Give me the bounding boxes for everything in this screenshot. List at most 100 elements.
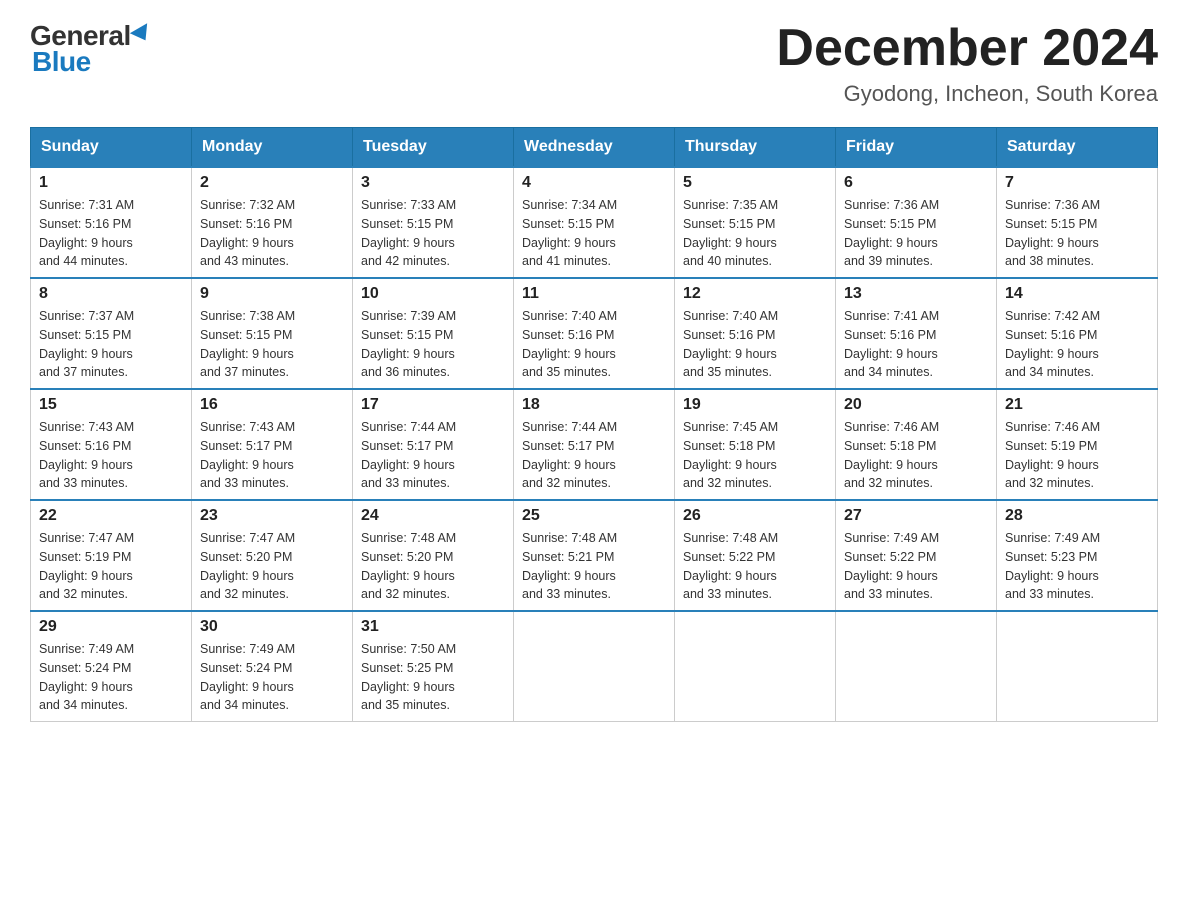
calendar-cell: 20 Sunrise: 7:46 AMSunset: 5:18 PMDayligh…	[836, 389, 997, 500]
day-info: Sunrise: 7:40 AMSunset: 5:16 PMDaylight:…	[683, 307, 827, 382]
day-info: Sunrise: 7:37 AMSunset: 5:15 PMDaylight:…	[39, 307, 183, 382]
day-info: Sunrise: 7:34 AMSunset: 5:15 PMDaylight:…	[522, 196, 666, 271]
day-number: 2	[200, 174, 344, 192]
calendar-cell: 21 Sunrise: 7:46 AMSunset: 5:19 PMDayligh…	[997, 389, 1158, 500]
day-info: Sunrise: 7:49 AMSunset: 5:23 PMDaylight:…	[1005, 529, 1149, 604]
header-monday: Monday	[192, 128, 353, 168]
header-saturday: Saturday	[997, 128, 1158, 168]
day-number: 28	[1005, 507, 1149, 525]
calendar-cell: 5Sunrise: 7:35 AMSunset: 5:15 PMDaylight…	[675, 167, 836, 278]
page-header: General Blue December 2024 Gyodong, Inch…	[30, 20, 1158, 107]
week-row-1: 1 Sunrise: 7:31 AMSunset: 5:16 PMDaylight…	[31, 167, 1158, 278]
day-info: Sunrise: 7:46 AMSunset: 5:19 PMDaylight:…	[1005, 418, 1149, 493]
day-info: Sunrise: 7:50 AMSunset: 5:25 PMDaylight:…	[361, 640, 505, 715]
calendar-cell: 8 Sunrise: 7:37 AMSunset: 5:15 PMDaylight…	[31, 278, 192, 389]
calendar-cell: 16 Sunrise: 7:43 AMSunset: 5:17 PMDayligh…	[192, 389, 353, 500]
day-info: Sunrise: 7:48 AMSunset: 5:20 PMDaylight:…	[361, 529, 505, 604]
calendar-cell: 28 Sunrise: 7:49 AMSunset: 5:23 PMDayligh…	[997, 500, 1158, 611]
day-number: 29	[39, 618, 183, 636]
calendar-cell: 2 Sunrise: 7:32 AMSunset: 5:16 PMDaylight…	[192, 167, 353, 278]
day-number: 20	[844, 396, 988, 414]
month-title: December 2024	[776, 20, 1158, 77]
calendar-cell: 25 Sunrise: 7:48 AMSunset: 5:21 PMDayligh…	[514, 500, 675, 611]
calendar-cell	[514, 611, 675, 722]
day-number: 13	[844, 285, 988, 303]
week-row-2: 8 Sunrise: 7:37 AMSunset: 5:15 PMDaylight…	[31, 278, 1158, 389]
calendar-cell: 15 Sunrise: 7:43 AMSunset: 5:16 PMDayligh…	[31, 389, 192, 500]
day-number: 18	[522, 396, 666, 414]
day-number: 5	[683, 174, 827, 192]
header-wednesday: Wednesday	[514, 128, 675, 168]
day-number: 10	[361, 285, 505, 303]
calendar-cell: 19 Sunrise: 7:45 AMSunset: 5:18 PMDayligh…	[675, 389, 836, 500]
day-info: Sunrise: 7:42 AMSunset: 5:16 PMDaylight:…	[1005, 307, 1149, 382]
calendar-cell: 24 Sunrise: 7:48 AMSunset: 5:20 PMDayligh…	[353, 500, 514, 611]
day-number: 1	[39, 174, 183, 192]
day-info: Sunrise: 7:49 AMSunset: 5:22 PMDaylight:…	[844, 529, 988, 604]
week-row-4: 22 Sunrise: 7:47 AMSunset: 5:19 PMDayligh…	[31, 500, 1158, 611]
day-info: Sunrise: 7:49 AMSunset: 5:24 PMDaylight:…	[39, 640, 183, 715]
day-number: 15	[39, 396, 183, 414]
day-info: Sunrise: 7:48 AMSunset: 5:21 PMDaylight:…	[522, 529, 666, 604]
calendar-cell: 27 Sunrise: 7:49 AMSunset: 5:22 PMDayligh…	[836, 500, 997, 611]
week-row-5: 29 Sunrise: 7:49 AMSunset: 5:24 PMDayligh…	[31, 611, 1158, 722]
calendar-cell: 4 Sunrise: 7:34 AMSunset: 5:15 PMDaylight…	[514, 167, 675, 278]
day-number: 26	[683, 507, 827, 525]
calendar-cell: 23 Sunrise: 7:47 AMSunset: 5:20 PMDayligh…	[192, 500, 353, 611]
calendar-cell: 22 Sunrise: 7:47 AMSunset: 5:19 PMDayligh…	[31, 500, 192, 611]
week-row-3: 15 Sunrise: 7:43 AMSunset: 5:16 PMDayligh…	[31, 389, 1158, 500]
calendar-cell: 29 Sunrise: 7:49 AMSunset: 5:24 PMDayligh…	[31, 611, 192, 722]
calendar-cell: 6Sunrise: 7:36 AMSunset: 5:15 PMDaylight…	[836, 167, 997, 278]
day-number: 30	[200, 618, 344, 636]
day-info: Sunrise: 7:38 AMSunset: 5:15 PMDaylight:…	[200, 307, 344, 382]
day-info: Sunrise: 7:32 AMSunset: 5:16 PMDaylight:…	[200, 196, 344, 271]
day-info: Sunrise: 7:49 AMSunset: 5:24 PMDaylight:…	[200, 640, 344, 715]
calendar-cell: 14 Sunrise: 7:42 AMSunset: 5:16 PMDayligh…	[997, 278, 1158, 389]
day-number: 22	[39, 507, 183, 525]
day-info: Sunrise: 7:40 AMSunset: 5:16 PMDaylight:…	[522, 307, 666, 382]
day-info: Sunrise: 7:44 AMSunset: 5:17 PMDaylight:…	[361, 418, 505, 493]
day-number: 27	[844, 507, 988, 525]
day-number: 16	[200, 396, 344, 414]
header-sunday: Sunday	[31, 128, 192, 168]
logo-blue-text: Blue	[30, 46, 91, 78]
day-number: 19	[683, 396, 827, 414]
day-info: Sunrise: 7:44 AMSunset: 5:17 PMDaylight:…	[522, 418, 666, 493]
calendar-cell: 7Sunrise: 7:36 AMSunset: 5:15 PMDaylight…	[997, 167, 1158, 278]
calendar-cell: 3Sunrise: 7:33 AMSunset: 5:15 PMDaylight…	[353, 167, 514, 278]
day-info: Sunrise: 7:43 AMSunset: 5:16 PMDaylight:…	[39, 418, 183, 493]
day-number: 17	[361, 396, 505, 414]
calendar-cell: 31 Sunrise: 7:50 AMSunset: 5:25 PMDayligh…	[353, 611, 514, 722]
calendar-header-row: SundayMondayTuesdayWednesdayThursdayFrid…	[31, 128, 1158, 168]
calendar-cell: 10Sunrise: 7:39 AMSunset: 5:15 PMDayligh…	[353, 278, 514, 389]
day-number: 11	[522, 285, 666, 303]
calendar-cell: 13 Sunrise: 7:41 AMSunset: 5:16 PMDayligh…	[836, 278, 997, 389]
calendar-cell: 12Sunrise: 7:40 AMSunset: 5:16 PMDayligh…	[675, 278, 836, 389]
calendar-cell	[675, 611, 836, 722]
day-number: 4	[522, 174, 666, 192]
day-number: 8	[39, 285, 183, 303]
header-thursday: Thursday	[675, 128, 836, 168]
day-info: Sunrise: 7:31 AMSunset: 5:16 PMDaylight:…	[39, 196, 183, 271]
day-number: 21	[1005, 396, 1149, 414]
day-number: 24	[361, 507, 505, 525]
day-info: Sunrise: 7:47 AMSunset: 5:19 PMDaylight:…	[39, 529, 183, 604]
calendar-cell: 26 Sunrise: 7:48 AMSunset: 5:22 PMDayligh…	[675, 500, 836, 611]
day-number: 7	[1005, 174, 1149, 192]
calendar-cell: 9Sunrise: 7:38 AMSunset: 5:15 PMDaylight…	[192, 278, 353, 389]
day-number: 6	[844, 174, 988, 192]
day-number: 14	[1005, 285, 1149, 303]
calendar-cell	[997, 611, 1158, 722]
calendar-cell: 17 Sunrise: 7:44 AMSunset: 5:17 PMDayligh…	[353, 389, 514, 500]
location-title: Gyodong, Incheon, South Korea	[776, 81, 1158, 107]
day-info: Sunrise: 7:47 AMSunset: 5:20 PMDaylight:…	[200, 529, 344, 604]
day-info: Sunrise: 7:41 AMSunset: 5:16 PMDaylight:…	[844, 307, 988, 382]
day-number: 25	[522, 507, 666, 525]
calendar-table: SundayMondayTuesdayWednesdayThursdayFrid…	[30, 127, 1158, 722]
day-info: Sunrise: 7:45 AMSunset: 5:18 PMDaylight:…	[683, 418, 827, 493]
day-info: Sunrise: 7:43 AMSunset: 5:17 PMDaylight:…	[200, 418, 344, 493]
day-info: Sunrise: 7:48 AMSunset: 5:22 PMDaylight:…	[683, 529, 827, 604]
day-number: 23	[200, 507, 344, 525]
day-info: Sunrise: 7:46 AMSunset: 5:18 PMDaylight:…	[844, 418, 988, 493]
day-number: 31	[361, 618, 505, 636]
